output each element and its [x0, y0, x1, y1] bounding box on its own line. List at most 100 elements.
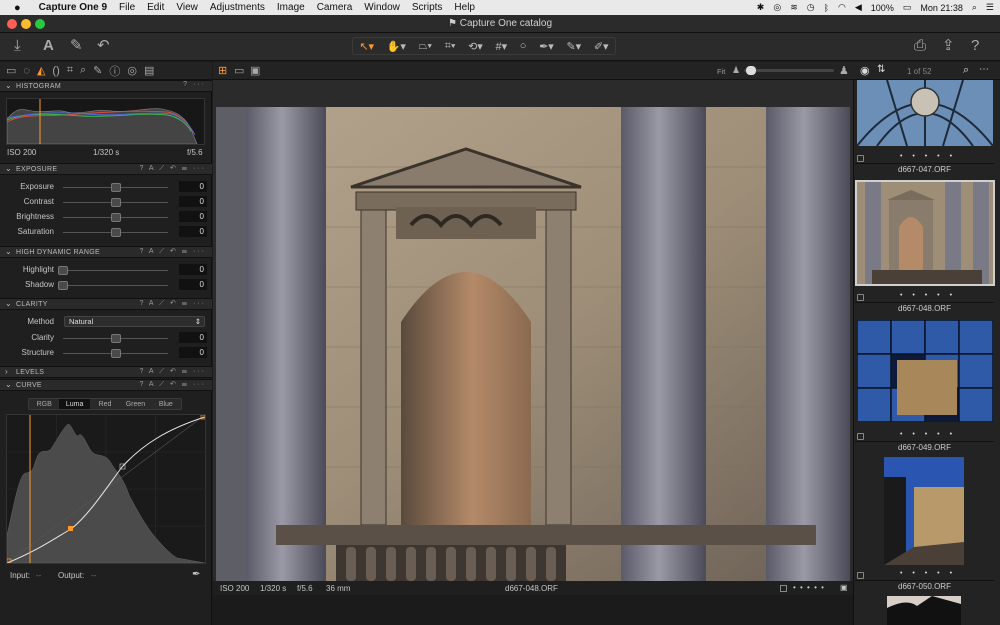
details-tab-icon[interactable]: ◎: [127, 64, 137, 77]
zoom-slider[interactable]: [744, 69, 834, 72]
battery-percent[interactable]: 100%: [871, 3, 894, 13]
thumbnail-050[interactable]: [884, 457, 964, 565]
bluetooth-icon[interactable]: ᛒ: [824, 3, 829, 13]
exposure-tab-icon[interactable]: ◭: [37, 64, 45, 77]
thumb-050-rating[interactable]: • • • • •: [900, 570, 956, 577]
select-cursor-icon[interactable]: ↖▾: [359, 40, 374, 53]
menu-image[interactable]: Image: [277, 2, 305, 13]
thumb-048-rating[interactable]: • • • • •: [900, 292, 956, 299]
creative-cloud-icon[interactable]: ◎: [773, 2, 781, 13]
collapse-chevron-icon[interactable]: ⌄: [5, 81, 12, 90]
thumb-049-rating[interactable]: • • • • •: [900, 431, 956, 438]
collapse-chevron-icon[interactable]: ⌄: [5, 299, 12, 308]
help-icon[interactable]: ?: [971, 38, 979, 54]
wifi-icon[interactable]: ◠: [838, 2, 846, 13]
viewer-rating[interactable]: • • • • •: [793, 583, 825, 592]
thumbnail-048[interactable]: [855, 180, 995, 286]
pan-hand-icon[interactable]: ✋▾: [387, 40, 406, 53]
rotate-icon[interactable]: ⟲▾: [468, 40, 483, 53]
menu-file[interactable]: File: [119, 2, 135, 13]
exposure-slider[interactable]: [110, 183, 121, 192]
structure-slider[interactable]: [110, 349, 121, 358]
viewer-checkbox[interactable]: [780, 585, 787, 592]
brush-tool-icon[interactable]: ✎: [70, 38, 83, 54]
contrast-slider[interactable]: [110, 198, 121, 207]
viewer-options-icon[interactable]: ▣: [840, 583, 848, 592]
single-view-icon[interactable]: ▭: [234, 64, 244, 77]
curve-header[interactable]: ⌄ CURVE? A ⟋ ↶ ☰ ···: [0, 379, 212, 391]
menu-camera[interactable]: Camera: [317, 2, 353, 13]
clock[interactable]: Mon 21:38: [920, 3, 963, 13]
thumbnail-051[interactable]: [887, 596, 961, 625]
mask-brush-icon[interactable]: ✎▾: [566, 40, 581, 53]
keystone-icon[interactable]: ⏢▾: [419, 40, 432, 53]
apple-menu-icon[interactable]: ●: [14, 2, 21, 14]
sort-icon[interactable]: ⇅: [877, 64, 885, 75]
exposure-value[interactable]: 0: [179, 181, 207, 192]
highlight-slider[interactable]: [58, 266, 68, 275]
histogram-header[interactable]: ⌄ HISTOGRAM? ···: [0, 80, 212, 92]
main-photo[interactable]: [216, 107, 850, 581]
compare-view-icon[interactable]: ▣: [250, 64, 260, 77]
batch-tab-icon[interactable]: ▤: [144, 64, 154, 77]
hdr-header[interactable]: ⌄ HIGH DYNAMIC RANGE? A ⟋ ↶ ☰ ···: [0, 246, 212, 258]
undo-icon[interactable]: ↶: [97, 38, 110, 54]
search-tab-icon[interactable]: ⌕: [80, 64, 86, 77]
menu-window[interactable]: Window: [364, 2, 400, 13]
collapse-chevron-icon[interactable]: ⌄: [5, 164, 12, 173]
brightness-slider[interactable]: [110, 213, 121, 222]
sync-icon[interactable]: ≋: [790, 2, 798, 13]
curve-picker-icon[interactable]: ✒: [192, 569, 200, 580]
thumbnail-047[interactable]: [857, 80, 993, 146]
panel-options-icon[interactable]: ? A ⟋ ↶ ☰ ···: [139, 380, 206, 389]
clarity-header[interactable]: ⌄ CLARITY? A ⟋ ↶ ☰ ···: [0, 298, 212, 310]
print-icon[interactable]: ⎙: [914, 38, 926, 54]
crop-tool-icon[interactable]: ⌗▾: [445, 40, 456, 53]
panel-options-icon[interactable]: ? A ⟋ ↶ ☰ ···: [139, 164, 206, 173]
annotate-icon[interactable]: ✐▾: [594, 40, 609, 53]
browser-options-icon[interactable]: ⋯: [979, 64, 989, 75]
zoom-in-person-icon[interactable]: ♟: [839, 64, 849, 77]
panel-options-icon[interactable]: ? A ⟋ ↶ ☰ ···: [139, 367, 206, 376]
app-menu[interactable]: Capture One 9: [39, 2, 107, 13]
thumb-047-rating[interactable]: • • • • •: [900, 153, 956, 160]
viewer-eye-icon[interactable]: ◉: [860, 64, 870, 77]
browser-search-icon[interactable]: ⌕: [963, 64, 969, 77]
picker-icon[interactable]: ✒▾: [539, 40, 554, 53]
spotlight-icon[interactable]: ⌕: [972, 2, 977, 13]
curve-tab-blue[interactable]: Blue: [151, 399, 181, 409]
panel-options-icon[interactable]: ? A ⟋ ↶ ☰ ···: [139, 299, 206, 308]
contrast-value[interactable]: 0: [179, 196, 207, 207]
zoom-slider-knob[interactable]: [746, 66, 756, 75]
highlight-value[interactable]: 0: [179, 264, 207, 275]
lens-tab-icon[interactable]: (): [52, 65, 59, 77]
structure-value[interactable]: 0: [179, 347, 207, 358]
import-icon[interactable]: ⤓: [14, 38, 21, 54]
adjust-tab-icon[interactable]: ✎: [93, 64, 102, 77]
library-tab-icon[interactable]: ▭: [6, 64, 16, 77]
thumbnail-049[interactable]: [857, 320, 993, 422]
brightness-value[interactable]: 0: [179, 211, 207, 222]
thumb-047-checkbox[interactable]: [857, 155, 864, 162]
thumb-048-checkbox[interactable]: [857, 294, 864, 301]
curve-editor[interactable]: [6, 414, 206, 564]
curve-tab-green[interactable]: Green: [120, 399, 150, 409]
method-select[interactable]: Natural ⇕: [64, 316, 205, 327]
volume-icon[interactable]: ◀: [855, 2, 862, 13]
curve-tab-red[interactable]: Red: [90, 399, 120, 409]
zoom-out-person-icon[interactable]: ♟: [732, 65, 740, 76]
expand-chevron-icon[interactable]: ›: [5, 367, 8, 376]
shadow-slider[interactable]: [58, 281, 68, 290]
status-icon[interactable]: ✱: [757, 2, 765, 13]
curve-tab-luma[interactable]: Luma: [59, 399, 90, 409]
time-machine-icon[interactable]: ◷: [807, 2, 815, 13]
text-style-icon[interactable]: A: [43, 38, 54, 54]
info-tab-icon[interactable]: ⓘ: [109, 63, 120, 79]
menu-scripts[interactable]: Scripts: [412, 2, 443, 13]
thumb-049-checkbox[interactable]: [857, 433, 864, 440]
shadow-value[interactable]: 0: [179, 279, 207, 290]
clarity-slider[interactable]: [110, 334, 121, 343]
collapse-chevron-icon[interactable]: ⌄: [5, 380, 12, 389]
panel-options-icon[interactable]: ? A ⟋ ↶ ☰ ···: [139, 247, 206, 256]
menu-view[interactable]: View: [176, 2, 198, 13]
